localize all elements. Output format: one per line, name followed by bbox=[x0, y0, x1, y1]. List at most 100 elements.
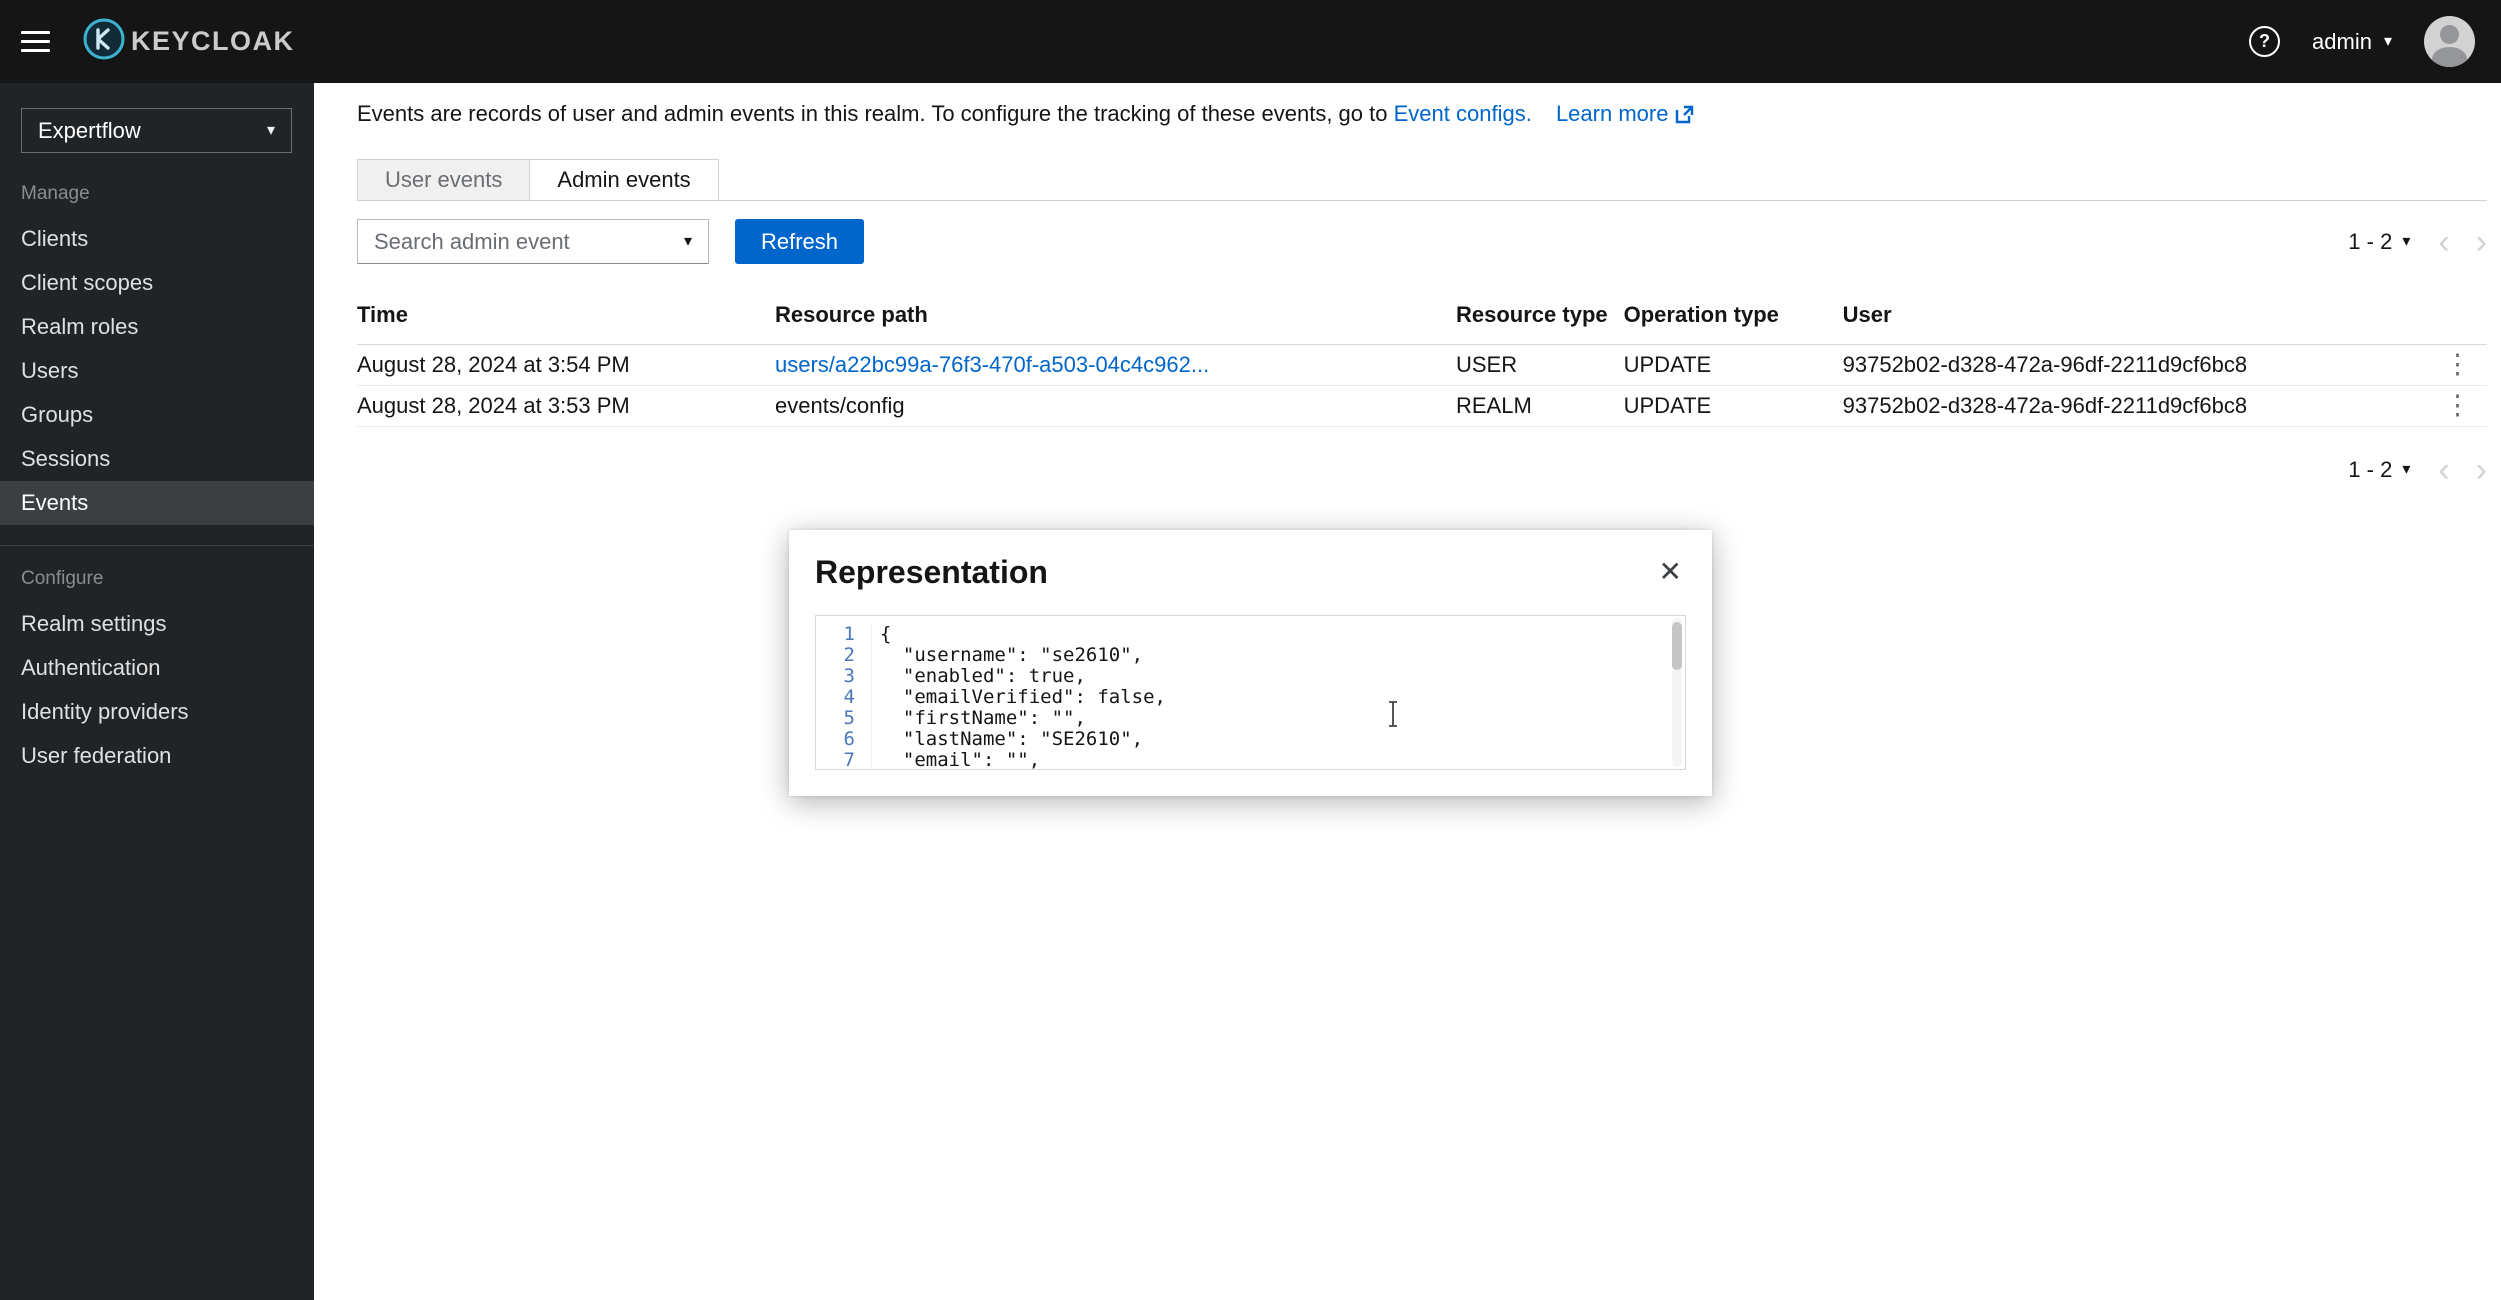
code-editor[interactable]: 1 { 2 "username": "se2610", 3 "enabled":… bbox=[815, 615, 1686, 770]
code-line: 4 "emailVerified": false, bbox=[816, 687, 1685, 708]
pagination-menu-icon[interactable]: ▾ bbox=[2402, 234, 2410, 250]
cell-resource-type: REALM bbox=[1456, 386, 1624, 427]
keycloak-logo-icon bbox=[81, 16, 127, 67]
chevron-down-icon: ▾ bbox=[2384, 34, 2392, 50]
prev-page-icon[interactable]: ‹ bbox=[2438, 453, 2449, 487]
pagination-top: 1 - 2 ▾ ‹ › bbox=[2348, 225, 2487, 259]
sidebar-item-events[interactable]: Events bbox=[0, 481, 314, 525]
learn-more[interactable]: Learn more bbox=[1556, 101, 1695, 127]
code-line: 1 { bbox=[816, 624, 1685, 645]
nav-toggle-icon[interactable] bbox=[21, 31, 51, 52]
nav-divider bbox=[0, 545, 314, 546]
cell-resource-type: USER bbox=[1456, 345, 1624, 386]
event-configs-link[interactable]: Event configs. bbox=[1394, 101, 1532, 126]
scrollbar-thumb[interactable] bbox=[1672, 622, 1682, 670]
cell-time: August 28, 2024 at 3:53 PM bbox=[357, 386, 775, 427]
refresh-button[interactable]: Refresh bbox=[735, 219, 864, 264]
avatar-body-icon bbox=[2432, 47, 2467, 67]
pagination-range: 1 - 2 bbox=[2348, 229, 2392, 255]
learn-more-link[interactable]: Learn more bbox=[1556, 101, 1669, 127]
line-code: "lastName": "SE2610", bbox=[872, 729, 1143, 750]
realm-selector[interactable]: Expertflow ▾ bbox=[21, 108, 292, 153]
nav-section-configure: Configure bbox=[0, 568, 314, 590]
line-code: "enabled": true, bbox=[872, 666, 1086, 687]
cell-user: 93752b02-d328-472a-96df-2211d9cf6bc8 bbox=[1843, 386, 2439, 427]
search-placeholder: Search admin event bbox=[374, 229, 570, 255]
kebab-menu-icon[interactable]: ⋮ bbox=[2444, 351, 2471, 378]
representation-modal: Representation ✕ 1 { 2 "username": "se26… bbox=[789, 530, 1712, 796]
sidebar-item-groups[interactable]: Groups bbox=[0, 393, 314, 437]
masthead: KEYCLOAK ? admin ▾ bbox=[0, 0, 2501, 83]
table-header-row: Time Resource path Resource type Operati… bbox=[357, 294, 2487, 345]
code-line: 7 "email": "", bbox=[816, 750, 1685, 770]
close-icon[interactable]: ✕ bbox=[1655, 554, 1686, 590]
line-code: "username": "se2610", bbox=[872, 645, 1143, 666]
search-admin-event-select[interactable]: Search admin event ▾ bbox=[357, 219, 709, 264]
code-line: 3 "enabled": true, bbox=[816, 666, 1685, 687]
line-number: 6 bbox=[816, 729, 872, 750]
cell-time: August 28, 2024 at 3:54 PM bbox=[357, 345, 775, 386]
pagination-range: 1 - 2 bbox=[2348, 457, 2392, 483]
toolbar: Search admin event ▾ Refresh 1 - 2 ▾ ‹ › bbox=[357, 219, 2487, 264]
cell-resource-path: events/config bbox=[775, 386, 1456, 427]
col-user: User bbox=[1843, 294, 2439, 345]
sidebar: Expertflow ▾ Manage Clients Client scope… bbox=[0, 83, 314, 1300]
prev-page-icon[interactable]: ‹ bbox=[2438, 225, 2449, 259]
sidebar-item-users[interactable]: Users bbox=[0, 349, 314, 393]
col-resource-type: Resource type bbox=[1456, 294, 1624, 345]
masthead-right: ? admin ▾ bbox=[2249, 16, 2475, 67]
nav-section-manage: Manage bbox=[0, 183, 314, 205]
line-number: 2 bbox=[816, 645, 872, 666]
sidebar-item-identity-providers[interactable]: Identity providers bbox=[0, 690, 314, 734]
table-row: August 28, 2024 at 3:54 PM users/a22bc99… bbox=[357, 345, 2487, 386]
brand-wordmark: KEYCLOAK bbox=[131, 26, 295, 57]
col-resource-path: Resource path bbox=[775, 294, 1456, 345]
user-menu[interactable]: admin ▾ bbox=[2312, 29, 2392, 55]
avatar[interactable] bbox=[2424, 16, 2475, 67]
code-line: 2 "username": "se2610", bbox=[816, 645, 1685, 666]
text-cursor-icon bbox=[1386, 700, 1400, 733]
chevron-down-icon: ▾ bbox=[267, 123, 275, 139]
cell-user: 93752b02-d328-472a-96df-2211d9cf6bc8 bbox=[1843, 345, 2439, 386]
external-link-icon bbox=[1675, 105, 1694, 124]
description-text: Events are records of user and admin eve… bbox=[357, 101, 1388, 126]
avatar-head-icon bbox=[2440, 25, 2459, 44]
next-page-icon[interactable]: › bbox=[2476, 225, 2487, 259]
sidebar-item-sessions[interactable]: Sessions bbox=[0, 437, 314, 481]
tab-admin-events[interactable]: Admin events bbox=[529, 159, 718, 200]
next-page-icon[interactable]: › bbox=[2476, 453, 2487, 487]
modal-header: Representation ✕ bbox=[789, 554, 1712, 591]
line-number: 1 bbox=[816, 624, 872, 645]
help-icon[interactable]: ? bbox=[2249, 26, 2280, 57]
sidebar-item-client-scopes[interactable]: Client scopes bbox=[0, 261, 314, 305]
col-operation-type: Operation type bbox=[1624, 294, 1843, 345]
sidebar-item-authentication[interactable]: Authentication bbox=[0, 646, 314, 690]
line-number: 7 bbox=[816, 750, 872, 770]
chevron-down-icon: ▾ bbox=[684, 234, 692, 250]
pagination-bottom-wrap: 1 - 2 ▾ ‹ › bbox=[357, 453, 2487, 487]
pagination-menu-icon[interactable]: ▾ bbox=[2402, 462, 2410, 478]
sidebar-item-realm-settings[interactable]: Realm settings bbox=[0, 602, 314, 646]
sidebar-item-realm-roles[interactable]: Realm roles bbox=[0, 305, 314, 349]
line-code: "email": "", bbox=[872, 750, 1040, 770]
line-code: "emailVerified": false, bbox=[872, 687, 1166, 708]
kebab-menu-icon[interactable]: ⋮ bbox=[2444, 392, 2471, 419]
keycloak-brand: KEYCLOAK bbox=[81, 16, 295, 67]
cell-operation-type: UPDATE bbox=[1624, 345, 1843, 386]
table-row: August 28, 2024 at 3:53 PM events/config… bbox=[357, 386, 2487, 427]
resource-path-link[interactable]: users/a22bc99a-76f3-470f-a503-04c4c962..… bbox=[775, 352, 1209, 377]
admin-events-table: Time Resource path Resource type Operati… bbox=[357, 294, 2487, 427]
cell-operation-type: UPDATE bbox=[1624, 386, 1843, 427]
tab-user-events[interactable]: User events bbox=[357, 159, 530, 200]
line-number: 3 bbox=[816, 666, 872, 687]
code-line: 5 "firstName": "", bbox=[816, 708, 1685, 729]
col-actions bbox=[2439, 294, 2487, 345]
pagination-bottom: 1 - 2 ▾ ‹ › bbox=[2348, 453, 2487, 487]
tab-bar: User events Admin events bbox=[357, 159, 2487, 201]
line-code: { bbox=[872, 624, 891, 645]
code-line: 6 "lastName": "SE2610", bbox=[816, 729, 1685, 750]
line-number: 5 bbox=[816, 708, 872, 729]
sidebar-item-user-federation[interactable]: User federation bbox=[0, 734, 314, 778]
username-label: admin bbox=[2312, 29, 2372, 55]
sidebar-item-clients[interactable]: Clients bbox=[0, 217, 314, 261]
